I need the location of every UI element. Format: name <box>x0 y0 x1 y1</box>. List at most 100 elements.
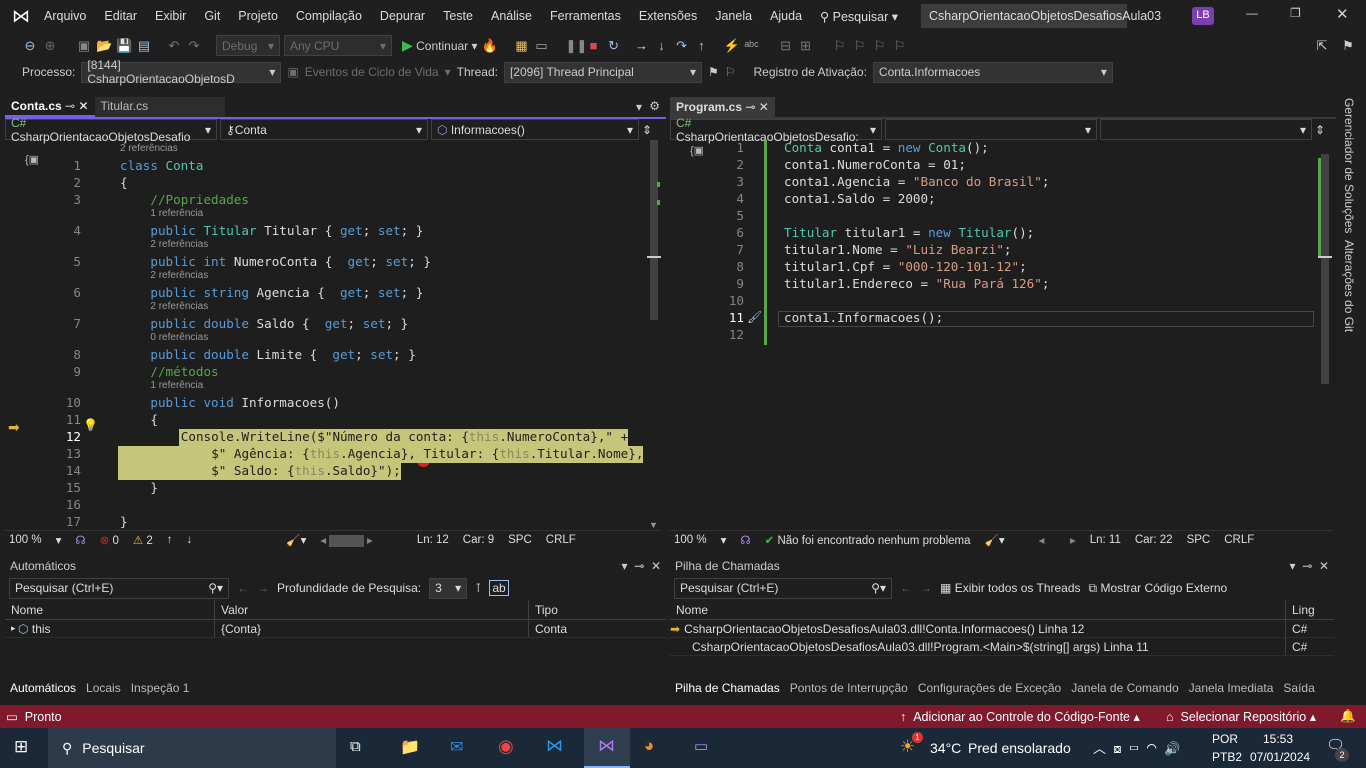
code-line[interactable]: { <box>120 175 128 192</box>
process-dropdown[interactable]: [8144] CsharpOrientacaoObjetosD ▾ <box>81 58 282 86</box>
platform-dropdown[interactable]: Any CPU ▾ <box>284 35 392 56</box>
continue-button[interactable]: ▶ Continuar ▾ <box>402 37 478 54</box>
pin-icon[interactable]: ⊸ <box>65 99 75 113</box>
bookmark-clear-icon[interactable]: ⚐ <box>892 38 908 54</box>
warning-count[interactable]: 2 <box>146 535 152 547</box>
select-repo-button[interactable]: ⌂ Selecionar Repositório ▴ <box>1166 709 1316 724</box>
depth-dropdown[interactable]: 3 ▾ <box>429 577 468 599</box>
code-line[interactable]: public int NumeroConta { get; set; } <box>150 254 431 271</box>
back-icon[interactable]: ⊖ <box>22 38 38 54</box>
maximize-icon[interactable]: ❐ <box>1290 6 1301 20</box>
code-line[interactable]: $" Saldo: {this.Saldo}"); <box>118 463 401 480</box>
class-dropdown[interactable]: ▾ <box>885 119 1097 140</box>
redo-icon[interactable]: ↷ <box>186 38 202 54</box>
menu-item[interactable]: Janela <box>706 9 761 23</box>
cleanup-icon[interactable]: 🧹▾ <box>985 533 1005 547</box>
pin-icon[interactable]: ⊸ <box>745 100 755 114</box>
next-issue-icon[interactable]: ↓ <box>187 534 193 546</box>
col-name[interactable]: Nome <box>5 600 215 619</box>
code-line[interactable]: } <box>150 480 158 497</box>
minimize-icon[interactable]: — <box>1246 6 1258 20</box>
line-number[interactable]: Ln: 12 <box>417 534 449 546</box>
prev-issue-icon[interactable]: ↑ <box>167 534 173 546</box>
menu-item[interactable]: Extensões <box>630 9 706 23</box>
code-line[interactable]: //Popriedades <box>150 192 249 209</box>
git-changes-tab[interactable]: Alterações do Git <box>1342 240 1356 332</box>
bookmark-prev-icon[interactable]: ⚐ <box>852 38 868 54</box>
menu-item[interactable]: Ajuda <box>761 9 811 23</box>
code-line[interactable]: public string Agencia { get; set; } <box>150 285 423 302</box>
uncomment-icon[interactable]: ⊞ <box>798 38 814 54</box>
tab-command-window[interactable]: Janela de Comando <box>1066 681 1183 695</box>
col-name[interactable]: Nome <box>670 600 1286 619</box>
step-out-icon[interactable]: ↑ <box>694 38 710 53</box>
avatar[interactable]: LB <box>1192 7 1214 25</box>
code-area[interactable]: {▣ ➡ 💡 ✕ 2 referências1class Conta2{3//P… <box>5 140 647 530</box>
panel-controls[interactable]: ▾ ⊸ ✕ <box>622 559 661 573</box>
open-icon[interactable]: 📂 <box>96 38 112 54</box>
show-threads-button[interactable]: ▦ Exibir todos os Threads <box>940 581 1081 595</box>
code-lens-references[interactable]: 2 referências <box>120 143 178 154</box>
tab-list-icon[interactable]: ▾ <box>636 100 642 114</box>
whitespace-mode[interactable]: SPC <box>1187 534 1211 546</box>
zoom-level[interactable]: 100 % <box>674 534 707 546</box>
code-lens-references[interactable]: 2 referências <box>150 270 208 281</box>
search-input[interactable]: Pesquisar (Ctrl+E) ⚲▾ <box>674 577 892 599</box>
vertical-scrollbar[interactable]: ▼ <box>647 140 661 530</box>
browse-icon[interactable]: ▦ <box>514 38 530 54</box>
save-all-icon[interactable]: ▤ <box>136 38 152 54</box>
step-into-icon[interactable]: ↓ <box>654 38 670 53</box>
code-line[interactable]: public void Informacoes() <box>150 395 340 412</box>
flag-threads-icon[interactable]: ⚐ <box>725 65 736 79</box>
flag-icon[interactable]: ⚑ <box>708 65 719 79</box>
share-icon[interactable]: ⇱ <box>1314 38 1330 54</box>
add-source-control-button[interactable]: ↑ Adicionar ao Controle do Código-Fonte … <box>900 709 1140 724</box>
menu-item[interactable]: Análise <box>482 9 541 23</box>
code-line[interactable]: conta1.NumeroConta = 01; <box>784 157 966 174</box>
cleanup-icon[interactable]: 🧹▾ <box>286 533 306 547</box>
diagnostics-icon[interactable]: ⚡ <box>724 38 740 54</box>
member-dropdown[interactable]: ▾ <box>1100 119 1312 140</box>
spellcheck-icon[interactable]: ᵃᵇᶜ <box>744 38 760 53</box>
save-icon[interactable]: 💾 <box>116 38 132 54</box>
table-row[interactable]: ▸ ⬡ this {Conta} Conta <box>5 620 666 638</box>
code-line[interactable]: conta1.Saldo = 2000; <box>784 191 936 208</box>
menu-item[interactable]: Ferramentas <box>541 9 630 23</box>
code-line[interactable]: } <box>120 514 128 530</box>
code-line[interactable]: public Titular Titular { get; set; } <box>150 223 423 240</box>
h-scroll[interactable]: ◂ ▬▬▬ ▸ <box>320 533 373 547</box>
code-line[interactable]: Conta conta1 = new Conta(); <box>784 140 989 157</box>
settings-icon[interactable]: ⚙ <box>649 99 660 113</box>
restart-icon[interactable]: ↻ <box>606 38 622 54</box>
weather-text[interactable]: Pred ensolarado <box>968 740 1071 756</box>
menu-item[interactable]: Projeto <box>229 9 287 23</box>
back-icon[interactable]: ← <box>237 581 249 595</box>
code-line[interactable]: public double Saldo { get; set; } <box>150 316 408 333</box>
col-type[interactable]: Tipo <box>529 600 633 619</box>
copilot-icon[interactable]: ☊ <box>740 533 750 547</box>
bookmark-icon[interactable]: ⚐ <box>832 38 848 54</box>
brush-icon[interactable]: 🖌 <box>747 310 762 324</box>
mail-icon[interactable]: ✉ <box>450 737 463 757</box>
zoom-level[interactable]: 100 % <box>9 534 42 546</box>
col-lang[interactable]: Ling <box>1286 600 1320 619</box>
code-lens-references[interactable]: 0 referências <box>150 332 208 343</box>
visual-studio-task[interactable]: ⋈ <box>584 728 630 768</box>
class-dropdown[interactable]: ⚷Conta ▾ <box>220 119 428 140</box>
close-icon[interactable]: ✕ <box>1336 5 1349 23</box>
thread-dropdown[interactable]: [2096] Thread Principal ▾ <box>503 61 702 83</box>
table-row[interactable]: CsharpOrientacaoObjetosDesafiosAula03.dl… <box>670 638 1334 656</box>
menu-item[interactable]: Exibir <box>146 9 195 23</box>
code-line[interactable]: conta1.Informacoes(); <box>784 310 943 327</box>
tab-locals[interactable]: Locais <box>81 681 126 695</box>
code-lens-references[interactable]: 2 referências <box>150 239 208 250</box>
undo-icon[interactable]: ↶ <box>166 38 182 54</box>
tab-autos[interactable]: Automáticos <box>5 681 81 695</box>
tab-titular-cs[interactable]: Titular.cs <box>94 97 225 117</box>
code-line[interactable]: conta1.Agencia = "Banco do Brasil"; <box>784 174 1049 191</box>
hot-reload-icon[interactable]: 🔥 <box>482 38 498 54</box>
line-ending[interactable]: CRLF <box>1224 534 1254 546</box>
code-area[interactable]: {▣ 🖌 1 Conta conta1 = new Conta(); 2 conta1… <box>670 140 1318 530</box>
search-input[interactable]: Pesquisar (Ctrl+E) ⚲▾ <box>9 577 229 599</box>
project-dropdown[interactable]: C# CsharpOrientacaoObjetosDesafio: ▾ <box>670 116 882 144</box>
